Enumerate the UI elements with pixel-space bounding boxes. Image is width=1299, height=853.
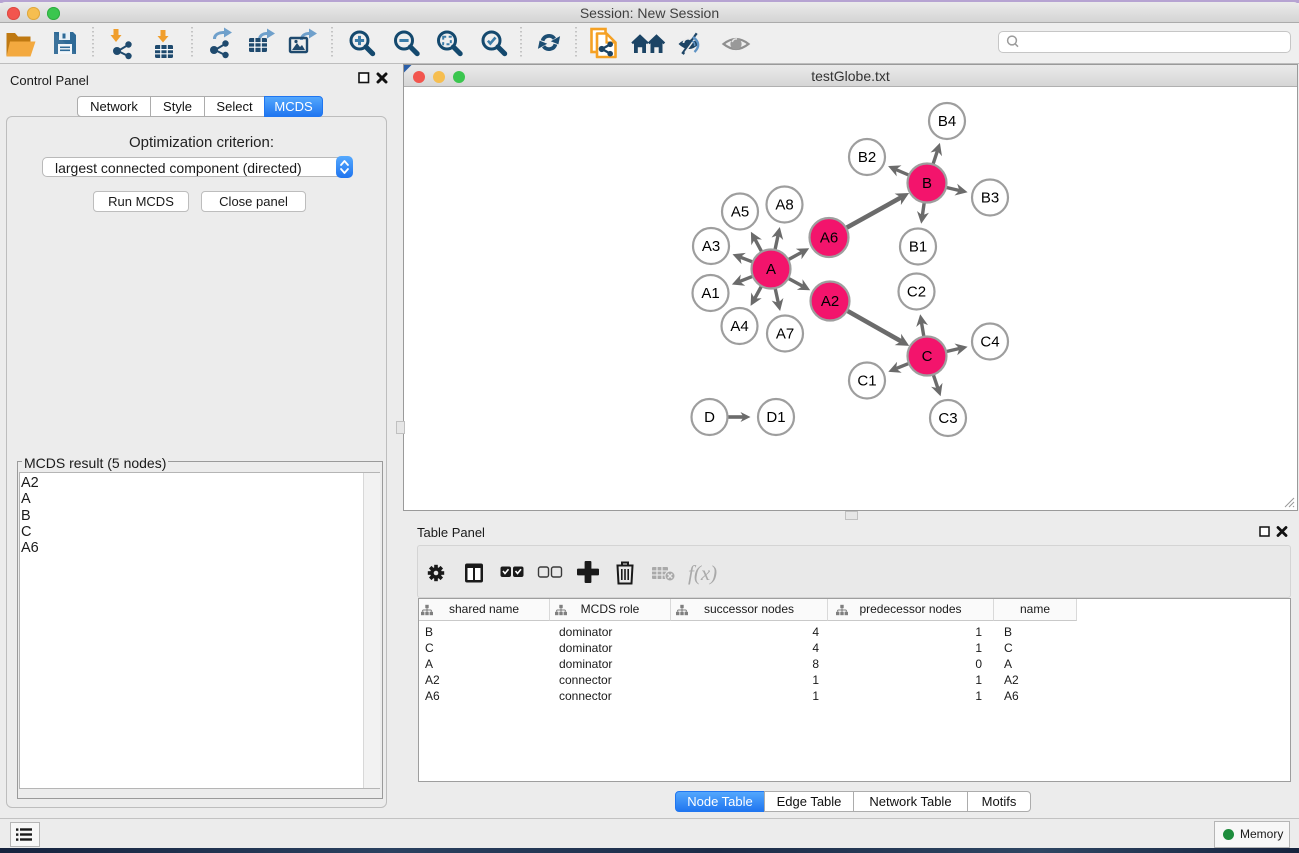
svg-text:A2: A2 [821, 293, 839, 310]
svg-text:C4: C4 [980, 334, 999, 351]
svg-text:C: C [922, 348, 933, 365]
svg-text:B3: B3 [981, 190, 999, 207]
svg-text:A4: A4 [730, 318, 748, 335]
svg-text:B1: B1 [909, 239, 927, 256]
svg-text:f(x): f(x) [688, 561, 717, 585]
svg-text:C3: C3 [938, 410, 957, 427]
svg-text:A5: A5 [731, 204, 749, 221]
svg-text:A: A [766, 261, 776, 278]
svg-text:A8: A8 [775, 197, 793, 214]
svg-text:B: B [922, 175, 932, 192]
svg-text:A6: A6 [820, 230, 838, 247]
svg-text:A1: A1 [701, 285, 719, 302]
svg-text:D1: D1 [766, 409, 785, 426]
svg-text:D: D [704, 409, 715, 426]
svg-text:C2: C2 [907, 284, 926, 301]
svg-text:A3: A3 [702, 238, 720, 255]
svg-text:A7: A7 [776, 326, 794, 343]
svg-text:B4: B4 [938, 113, 956, 130]
svg-text:C1: C1 [857, 373, 876, 390]
svg-text:B2: B2 [858, 149, 876, 166]
